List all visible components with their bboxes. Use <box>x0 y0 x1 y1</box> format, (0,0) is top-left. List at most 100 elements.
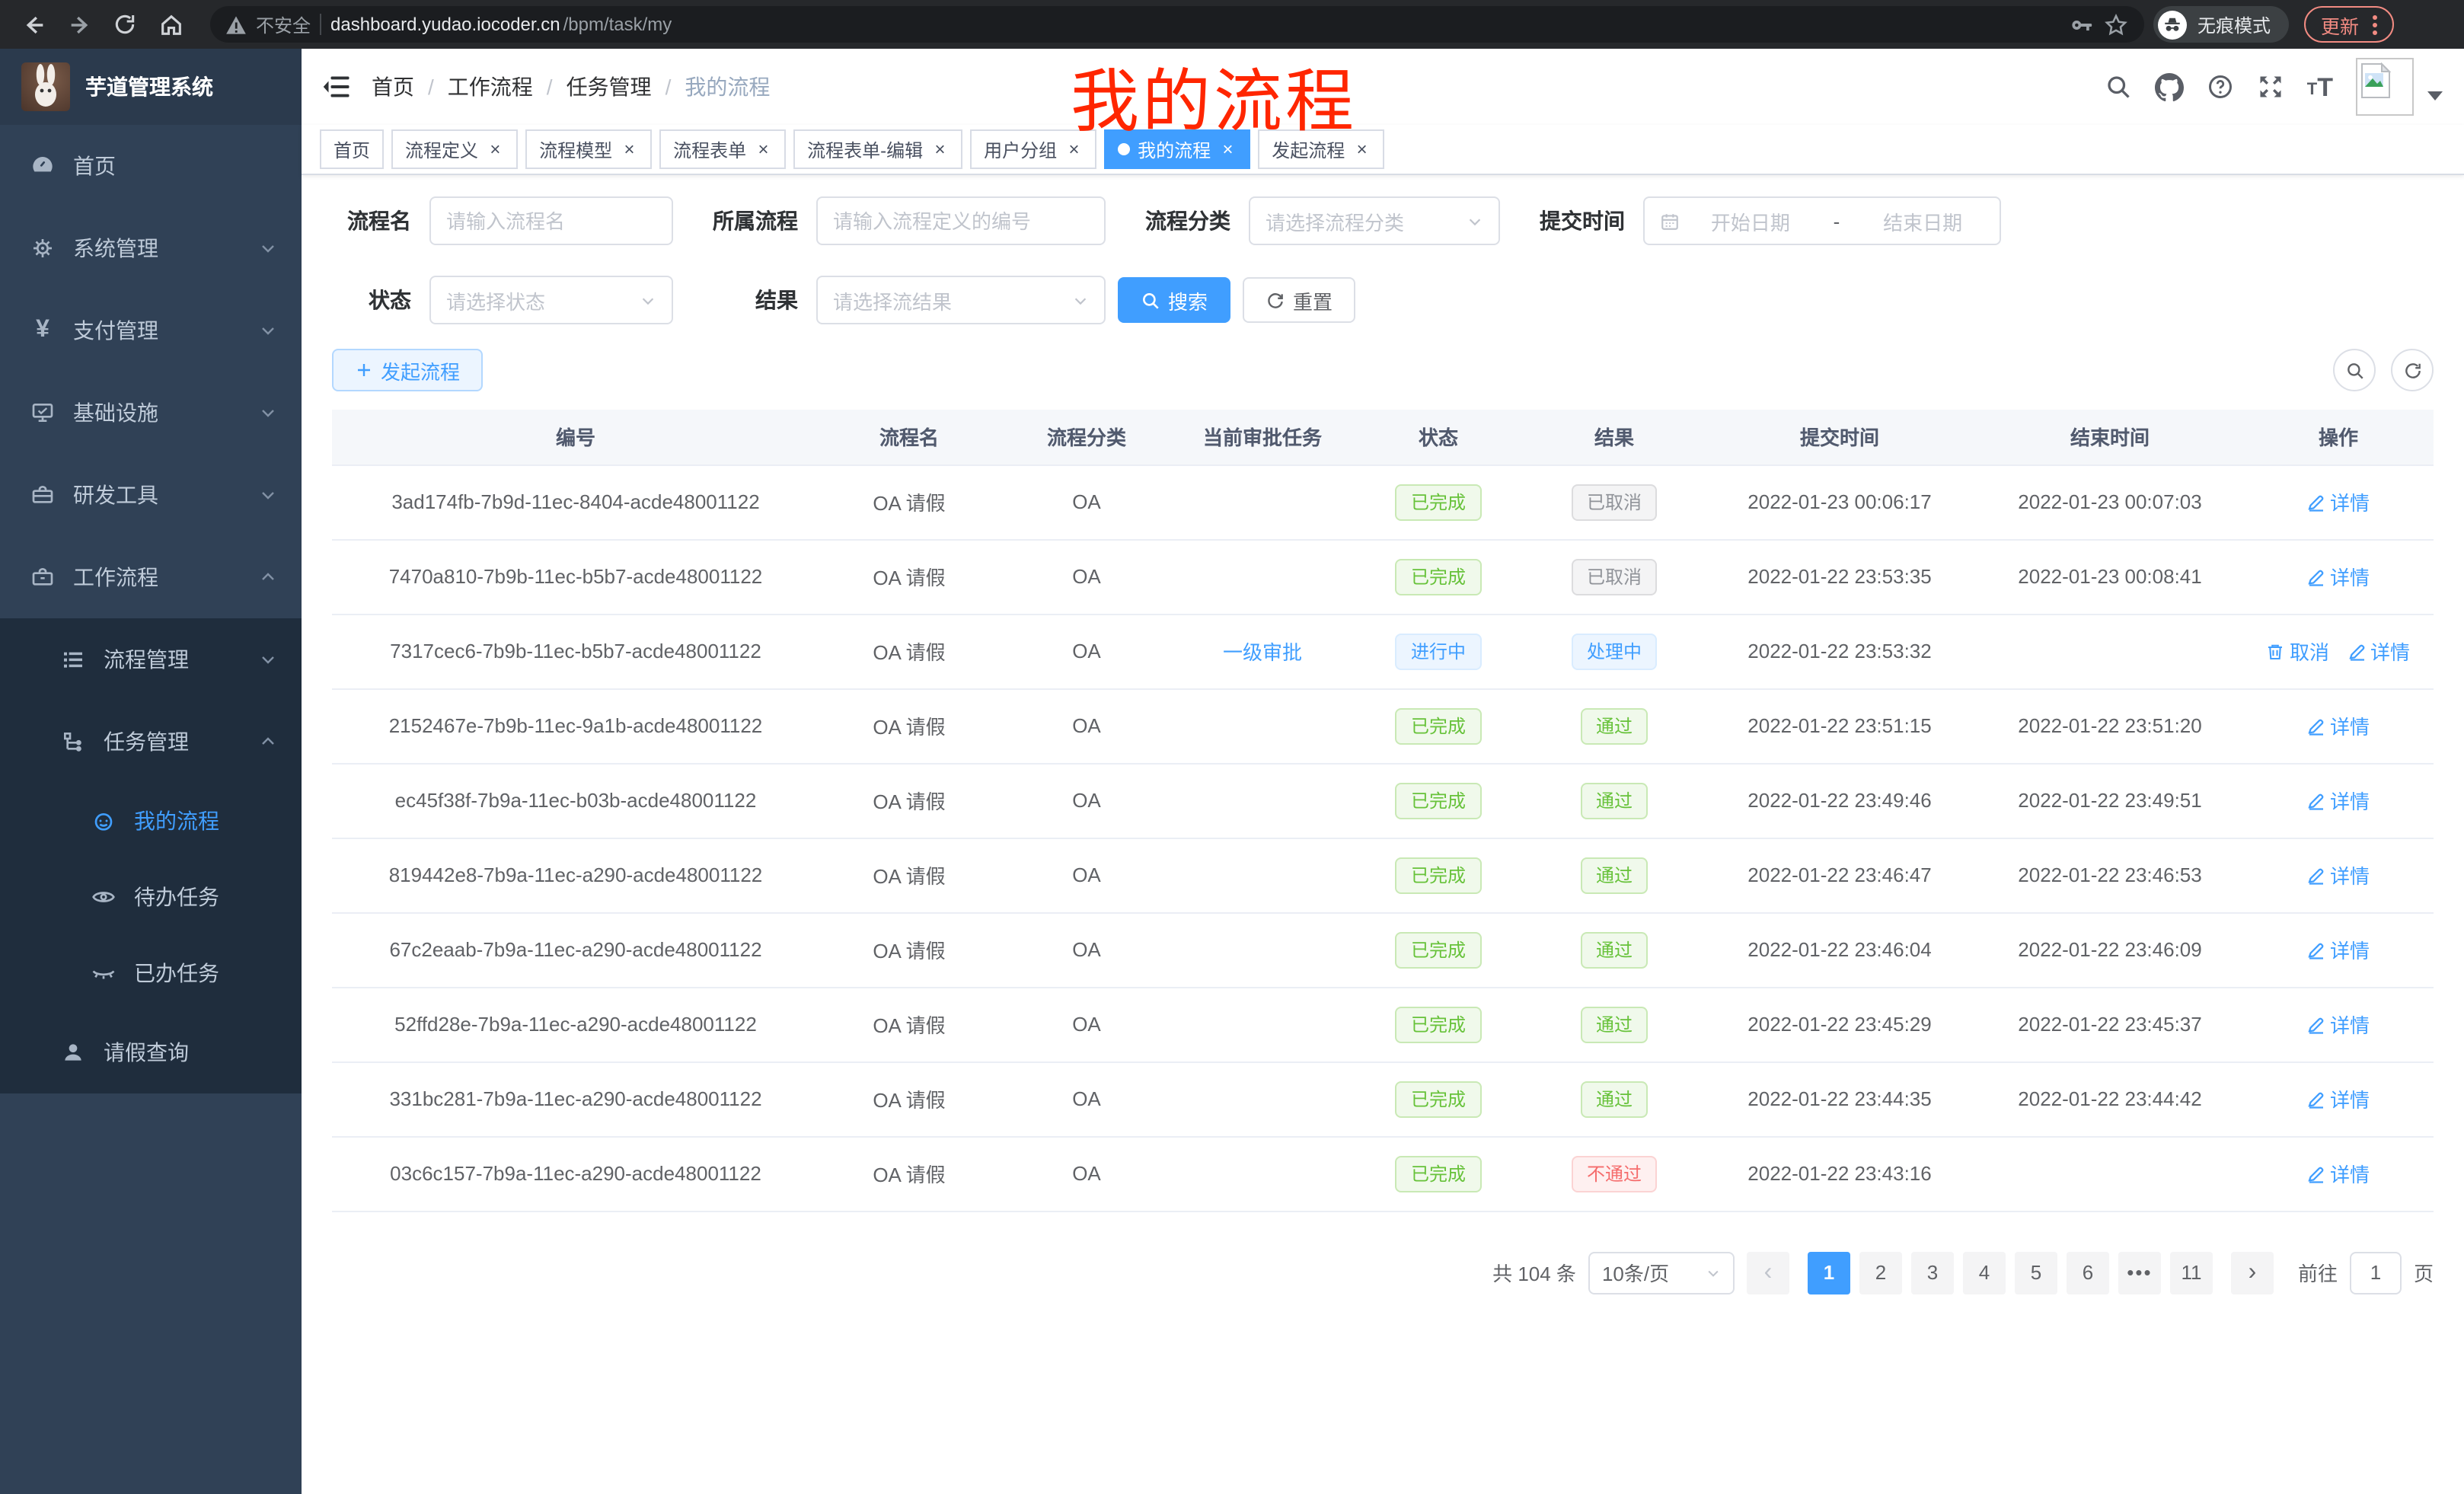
tab-close-icon[interactable]: × <box>930 140 949 158</box>
help-icon[interactable] <box>2207 73 2234 101</box>
cell-id: 331bc281-7b9a-11ec-a290-acde48001122 <box>332 1061 819 1136</box>
show-search-icon[interactable] <box>2333 349 2376 391</box>
tab-close-icon[interactable]: × <box>620 140 638 158</box>
sidebar-item-task-mgmt[interactable]: 任务管理 <box>0 701 302 783</box>
status-select[interactable]: 请选择状态 <box>429 276 673 324</box>
breadcrumb-item[interactable]: 工作流程 <box>448 72 533 102</box>
sidebar-item-todo-tasks[interactable]: 待办任务 <box>0 859 302 935</box>
tab[interactable]: 流程表单× <box>659 129 786 169</box>
sidebar-item-home[interactable]: 首页 <box>0 125 302 207</box>
bookmark-star-icon[interactable] <box>2103 11 2129 37</box>
page-size-select[interactable]: 10条/页 <box>1588 1251 1735 1294</box>
cell-task: 一级审批 <box>1174 614 1351 688</box>
cancel-link[interactable]: 取消 <box>2267 637 2329 666</box>
app-logo-row[interactable]: 芋道管理系统 <box>0 49 302 125</box>
sidebar-item-my-process[interactable]: 我的流程 <box>0 783 302 859</box>
app-logo <box>21 62 70 111</box>
cell-ops: 详情 <box>2243 464 2434 539</box>
page-button[interactable]: 4 <box>1963 1251 2006 1294</box>
page-button[interactable]: 5 <box>2015 1251 2057 1294</box>
tab[interactable]: 流程表单-编辑× <box>793 129 962 169</box>
prev-page-button[interactable]: ‹ <box>1747 1251 1789 1294</box>
cell-id: 819442e8-7b9a-11ec-a290-acde48001122 <box>332 838 819 912</box>
password-key-icon[interactable] <box>2068 11 2094 37</box>
security-label[interactable]: 不安全 <box>256 11 311 37</box>
start-date-placeholder[interactable]: 开始日期 <box>1689 206 1812 235</box>
breadcrumb-item[interactable]: 首页 <box>372 72 414 102</box>
cell-name: OA 请假 <box>819 539 999 614</box>
tab-close-icon[interactable]: × <box>754 140 772 158</box>
chevron-down-icon <box>259 486 277 504</box>
browser-home-icon[interactable] <box>152 6 189 43</box>
browser-menu-icon[interactable] <box>2373 14 2377 34</box>
sidebar-item-process-mgmt[interactable]: 流程管理 <box>0 618 302 701</box>
cell-id: 67c2eaab-7b9a-11ec-a290-acde48001122 <box>332 912 819 987</box>
search-icon[interactable] <box>2105 73 2132 101</box>
fullscreen-icon[interactable] <box>2257 73 2284 101</box>
browser-update-button[interactable]: 更新 <box>2304 6 2394 43</box>
page-button[interactable]: 3 <box>1911 1251 1954 1294</box>
create-process-button[interactable]: 发起流程 <box>332 349 483 391</box>
avatar-caret-icon[interactable] <box>2427 91 2443 101</box>
browser-reload-icon[interactable] <box>107 6 143 43</box>
refresh-icon[interactable] <box>2391 349 2434 391</box>
sidebar-item-payment[interactable]: ¥ 支付管理 <box>0 289 302 372</box>
detail-link[interactable]: 详情 <box>2307 935 2370 964</box>
github-icon[interactable] <box>2155 72 2184 101</box>
search-button[interactable]: 搜索 <box>1118 277 1230 323</box>
page-button-current[interactable]: 1 <box>1808 1251 1850 1294</box>
tab[interactable]: 流程模型× <box>525 129 652 169</box>
cell-status: 已完成 <box>1351 987 1526 1061</box>
detail-link[interactable]: 详情 <box>2307 1084 2370 1113</box>
tab[interactable]: 流程定义× <box>391 129 518 169</box>
tab[interactable]: 首页 <box>320 129 384 169</box>
parent-process-input[interactable] <box>816 196 1106 245</box>
detail-link[interactable]: 详情 <box>2307 1010 2370 1039</box>
sidebar-item-infra[interactable]: 基础设施 <box>0 372 302 454</box>
browser-forward-icon[interactable] <box>61 6 97 43</box>
sidebar-item-workflow[interactable]: 工作流程 <box>0 536 302 618</box>
result-tag: 已取消 <box>1572 484 1657 520</box>
page-button[interactable]: 11 <box>2170 1251 2213 1294</box>
avatar[interactable] <box>2356 58 2414 116</box>
detail-link[interactable]: 详情 <box>2307 860 2370 889</box>
end-date-placeholder[interactable]: 结束日期 <box>1861 206 1984 235</box>
submit-time-range-picker[interactable]: 开始日期 - 结束日期 <box>1643 196 2001 245</box>
page-button[interactable]: 2 <box>1859 1251 1902 1294</box>
detail-link[interactable]: 详情 <box>2307 487 2370 516</box>
cell-result: 已取消 <box>1526 464 1703 539</box>
process-name-input[interactable] <box>429 196 673 245</box>
cell-category: OA <box>999 539 1174 614</box>
detail-link[interactable]: 详情 <box>2307 711 2370 740</box>
detail-link[interactable]: 详情 <box>2307 562 2370 591</box>
sidebar-item-system[interactable]: 系统管理 <box>0 207 302 289</box>
breadcrumb-separator: / <box>665 75 672 99</box>
reset-button[interactable]: 重置 <box>1243 277 1355 323</box>
detail-link[interactable]: 详情 <box>2307 1159 2370 1188</box>
more-pages-button[interactable]: ••• <box>2118 1251 2161 1294</box>
cell-id: 52ffd28e-7b9a-11ec-a290-acde48001122 <box>332 987 819 1061</box>
eye-closed-icon <box>91 961 116 985</box>
result-select[interactable]: 请选择流结果 <box>816 276 1106 324</box>
hamburger-icon[interactable] <box>323 75 350 99</box>
breadcrumb-item[interactable]: 任务管理 <box>567 72 652 102</box>
sidebar-item-devtools[interactable]: 研发工具 <box>0 454 302 536</box>
cell-category: OA <box>999 614 1174 688</box>
browser-back-icon[interactable] <box>15 6 52 43</box>
task-link[interactable]: 一级审批 <box>1223 637 1302 666</box>
next-page-button[interactable]: › <box>2231 1251 2274 1294</box>
parent-process-label: 所属流程 <box>710 206 798 236</box>
category-select[interactable]: 请选择流程分类 <box>1249 196 1500 245</box>
detail-link[interactable]: 详情 <box>2348 637 2410 666</box>
sidebar-item-leave-query[interactable]: 请假查询 <box>0 1011 302 1093</box>
date-separator: - <box>1821 209 1853 232</box>
goto-page-input[interactable] <box>2350 1251 2402 1294</box>
cell-status: 已完成 <box>1351 763 1526 838</box>
page-button[interactable]: 6 <box>2067 1251 2109 1294</box>
detail-link[interactable]: 详情 <box>2307 786 2370 815</box>
address-bar[interactable]: 不安全 dashboard.yudao.iocoder.cn/bpm/task/… <box>210 6 2144 43</box>
font-size-icon[interactable]: TT <box>2307 74 2333 100</box>
sidebar-item-done-tasks[interactable]: 已办任务 <box>0 935 302 1011</box>
tab-close-icon[interactable]: × <box>486 140 504 158</box>
tabs-bar: 首页流程定义×流程模型×流程表单×流程表单-编辑×用户分组×我的流程×发起流程× <box>302 125 2464 175</box>
